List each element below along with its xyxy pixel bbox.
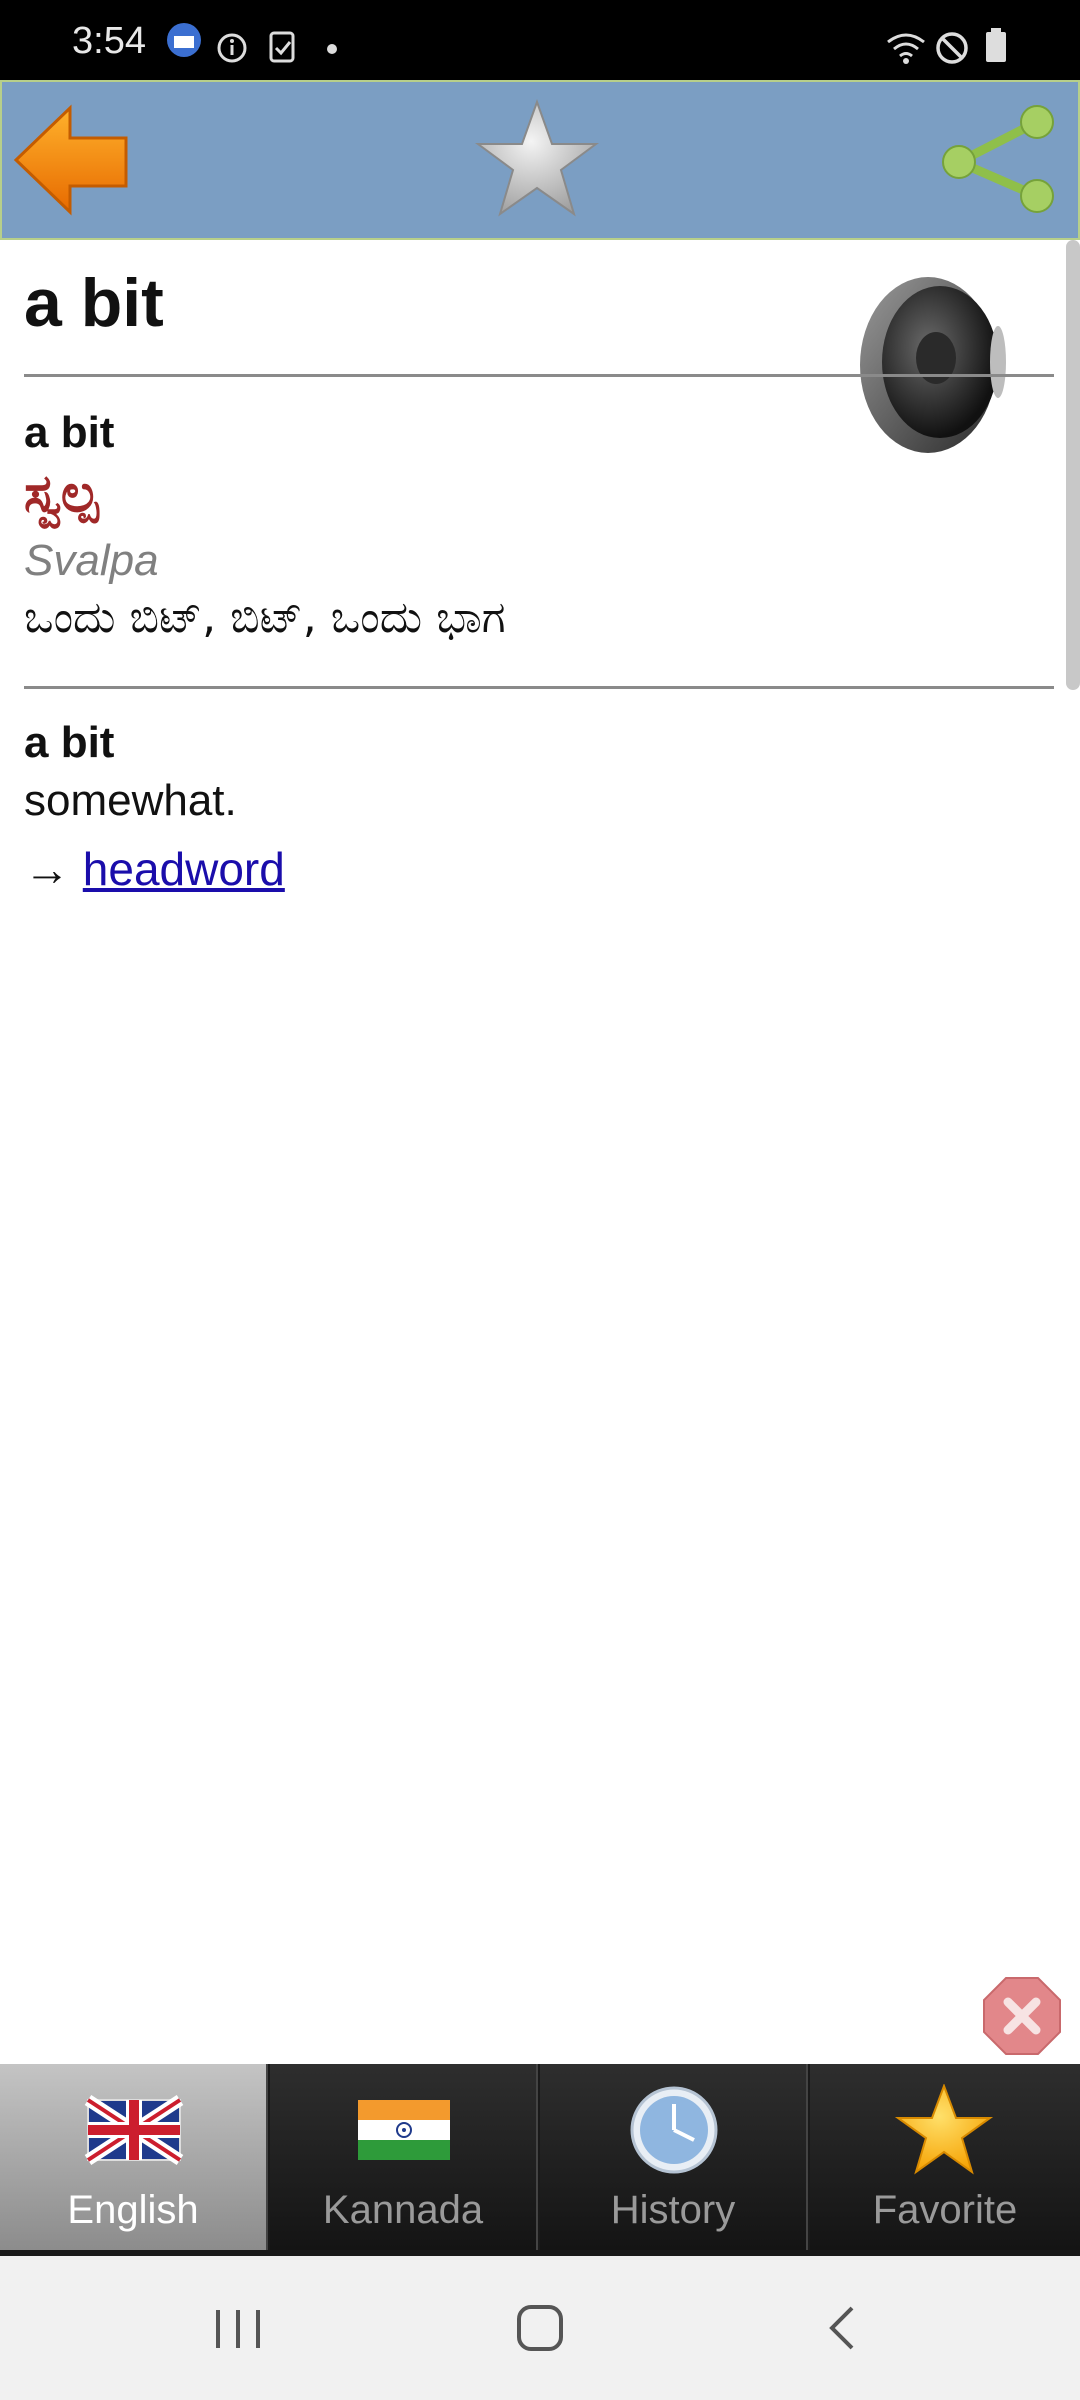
home-button[interactable] (500, 2296, 580, 2360)
see-also-row: → headword (24, 842, 285, 896)
arrow-icon: → (24, 843, 70, 895)
star-icon (474, 99, 600, 217)
status-bar: 3:54 (0, 0, 1080, 80)
speaker-icon (860, 277, 1006, 453)
status-time: 3:54 (72, 20, 146, 62)
tab-favorite[interactable]: Favorite (810, 2064, 1080, 2250)
favorite-star-button[interactable] (472, 96, 602, 226)
headword-title: a bit (24, 265, 164, 341)
close-icon (983, 1977, 1061, 2055)
tab-label: Kannada (322, 2188, 484, 2232)
system-navigation-bar (0, 2256, 1080, 2400)
info-icon (216, 32, 248, 69)
bottom-tab-bar: English Kannada History Favorite (0, 2064, 1080, 2256)
toolbar (0, 80, 1080, 240)
divider (24, 374, 1054, 377)
chevron-left-icon (829, 2306, 854, 2350)
uk-flag-icon (84, 2084, 184, 2176)
english-definition: somewhat. (24, 776, 237, 825)
wifi-icon (884, 30, 928, 71)
dictionary-content[interactable]: a bit a bit ಸ್ವಲ್ಪ Svalpa ಒಂದು ಬಿಟ್, ಬಿಟ… (0, 240, 1080, 2060)
notification-dot-icon (326, 42, 338, 60)
back-button[interactable] (12, 104, 132, 216)
tab-label: English (67, 2188, 199, 2232)
back-arrow-icon (13, 104, 128, 216)
back-nav-button[interactable] (802, 2296, 882, 2360)
tab-english[interactable]: English (0, 2064, 268, 2250)
share-icon (942, 105, 1054, 213)
battery-icon (984, 28, 1008, 69)
recent-apps-button[interactable] (198, 2296, 278, 2360)
do-not-disturb-icon (934, 30, 970, 71)
tab-label: Favorite (872, 2188, 1018, 2232)
clock-icon (624, 2084, 724, 2176)
entry-word: a bit (24, 408, 115, 457)
translation-synonyms: ಒಂದು ಬಿಟ್, ಬಿಟ್, ಒಂದು ಭಾಗ (24, 592, 506, 643)
share-button[interactable] (937, 104, 1062, 216)
divider (24, 686, 1054, 689)
recent-apps-icon (216, 2310, 260, 2348)
star-icon (894, 2083, 994, 2176)
tab-history[interactable]: History (540, 2064, 808, 2250)
tab-kannada[interactable]: Kannada (270, 2064, 538, 2250)
close-ad-button[interactable] (982, 1976, 1062, 2056)
headword-link[interactable]: headword (83, 843, 285, 895)
transliteration: Svalpa (24, 536, 159, 585)
kannada-translation: ಸ್ವಲ್ಪ (24, 464, 99, 524)
clipboard-check-icon (268, 30, 298, 69)
speaker-button[interactable] (848, 270, 1018, 460)
tab-label: History (610, 2188, 736, 2232)
scrollbar[interactable] (1066, 240, 1080, 690)
entry-word: a bit (24, 718, 115, 767)
india-flag-icon (354, 2084, 454, 2176)
calendar-app-icon (166, 22, 202, 63)
home-icon (517, 2305, 563, 2351)
